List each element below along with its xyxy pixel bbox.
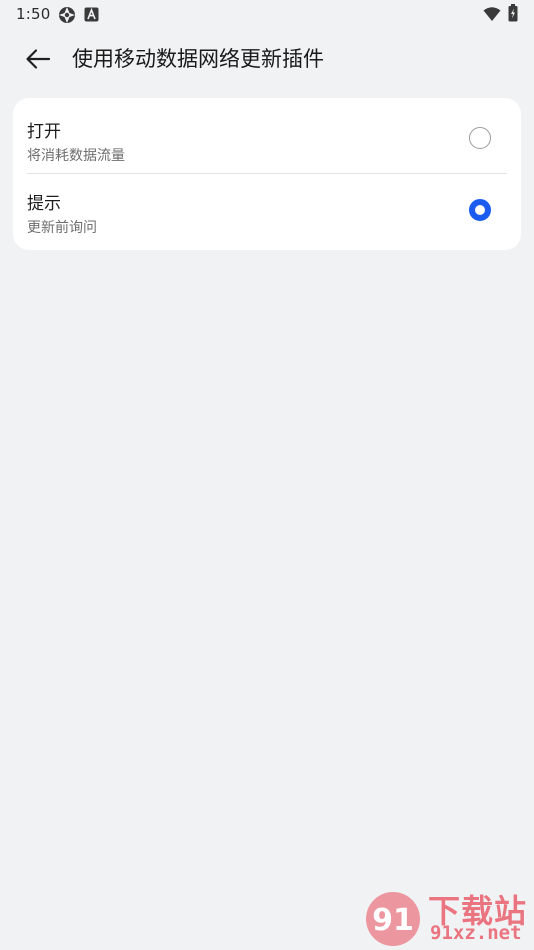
a-badge-icon <box>84 7 99 22</box>
watermark-domain: 91xz.net <box>430 922 522 944</box>
radio-button-selected[interactable] <box>469 199 491 221</box>
browser-app-icon <box>59 7 75 23</box>
app-bar: 使用移动数据网络更新插件 <box>0 30 534 86</box>
option-title: 提示 <box>27 194 61 214</box>
options-card: 打开 将消耗数据流量 提示 更新前询问 <box>13 98 521 250</box>
option-subtitle: 更新前询问 <box>27 220 97 236</box>
watermark-logo-icon: 91 <box>366 892 420 946</box>
svg-text:91: 91 <box>372 903 414 938</box>
status-time: 1:50 <box>16 5 51 23</box>
option-title: 打开 <box>27 122 61 142</box>
back-button[interactable] <box>20 41 56 77</box>
wifi-icon <box>483 7 501 21</box>
radio-button-unselected[interactable] <box>469 127 491 149</box>
option-row-prompt[interactable]: 提示 更新前询问 <box>13 174 521 246</box>
option-row-open[interactable]: 打开 将消耗数据流量 <box>13 102 521 174</box>
watermark: 91 下载站 91xz.net <box>360 886 534 950</box>
page-title: 使用移动数据网络更新插件 <box>72 47 324 71</box>
status-bar: 1:50 <box>0 0 534 30</box>
arrow-left-icon <box>26 49 51 69</box>
battery-icon <box>508 4 518 22</box>
option-subtitle: 将消耗数据流量 <box>27 148 125 164</box>
